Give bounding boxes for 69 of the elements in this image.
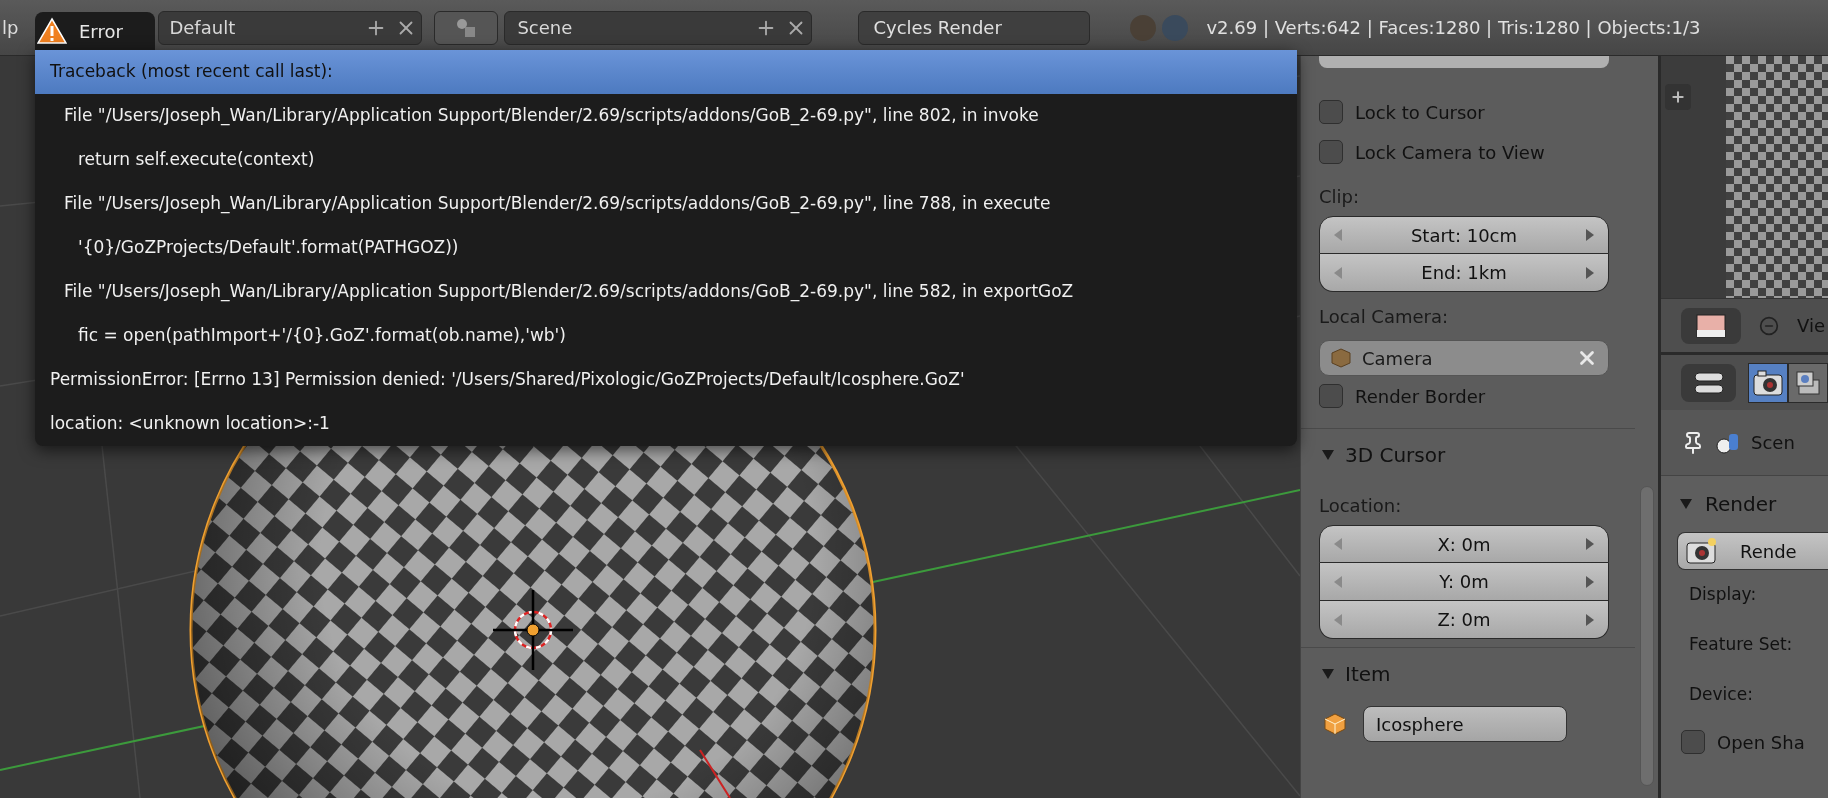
checkbox-label: Render Border xyxy=(1355,384,1486,409)
left-arrow-icon[interactable] xyxy=(1334,538,1342,550)
traceback-line[interactable]: File "/Users/Joseph_Wan/Library/Application Support/Blender/2.69/scripts/addons/GoB_2-69.py", line 788, in execute xyxy=(35,182,1297,226)
right-arrow-icon[interactable] xyxy=(1586,575,1594,588)
breadcrumb-label: Scen xyxy=(1751,431,1795,455)
editor-type-button[interactable] xyxy=(1681,363,1736,402)
field-label: Clip: xyxy=(1319,185,1360,209)
checkbox-label: Lock to Cursor xyxy=(1355,100,1485,125)
left-arrow-icon[interactable] xyxy=(1334,266,1342,279)
properties-tab[interactable] xyxy=(1748,362,1788,403)
cube-icon xyxy=(1323,712,1347,736)
field-label: Local Camera: xyxy=(1319,305,1449,329)
traceback-line[interactable]: fic = open(pathImport+'/{0}.GoZ'.format(ob.name),'wb') xyxy=(35,314,1297,358)
scrollbar[interactable] xyxy=(1639,486,1654,786)
editor-type-button[interactable] xyxy=(1681,307,1741,344)
image-icon xyxy=(1696,313,1726,338)
layers-icon xyxy=(1795,369,1821,396)
field-label: Location: xyxy=(1319,494,1402,518)
minus-icon[interactable] xyxy=(1759,315,1779,336)
traceback-line[interactable]: location: <unknown location>:-1 xyxy=(35,402,1297,446)
checkbox-label: Open Sha xyxy=(1717,730,1805,755)
popup-title: Error xyxy=(79,19,123,44)
number-field[interactable]: Start: 10cm xyxy=(1319,216,1609,254)
left-arrow-icon[interactable] xyxy=(1334,613,1342,626)
add-button[interactable] xyxy=(1665,84,1691,110)
number-field[interactable]: Y: 0m xyxy=(1319,563,1609,601)
properties-tab[interactable] xyxy=(1788,362,1828,403)
field-label: Feature Set: xyxy=(1689,633,1793,657)
left-arrow-icon[interactable] xyxy=(1334,575,1342,588)
traceback-line[interactable]: File "/Users/Joseph_Wan/Library/Application Support/Blender/2.69/scripts/addons/GoB_2-69.py", line 582, in exportGoZ xyxy=(35,270,1297,314)
scene-field[interactable]: Scene xyxy=(504,10,813,45)
field-label: Device: xyxy=(1689,683,1753,707)
number-field[interactable]: X: 0m xyxy=(1319,525,1609,563)
checkbox[interactable] xyxy=(1319,140,1343,164)
scene-type-button[interactable] xyxy=(434,10,499,45)
disclosure-triangle-icon[interactable] xyxy=(1321,448,1335,462)
disclosure-triangle-icon[interactable] xyxy=(1321,667,1335,681)
camera-icon xyxy=(1686,538,1716,564)
right-arrow-icon[interactable] xyxy=(1586,613,1594,626)
checkbox[interactable] xyxy=(1319,100,1343,124)
right-arrow-icon[interactable] xyxy=(1586,266,1594,279)
camera-field[interactable]: Camera xyxy=(1319,340,1609,376)
layout-field[interactable]: Default xyxy=(158,10,423,45)
render-engine-dropdown[interactable]: Cycles Render xyxy=(858,10,1091,45)
field-label: Display: xyxy=(1689,583,1757,607)
name-field[interactable]: Icosphere xyxy=(1363,706,1567,742)
scene-icon xyxy=(455,16,478,39)
traceback-line[interactable]: return self.execute(context) xyxy=(35,138,1297,182)
number-field[interactable]: Z: 0m xyxy=(1319,601,1609,639)
number-field[interactable]: End: 1km xyxy=(1319,254,1609,292)
plus-icon xyxy=(1670,89,1686,105)
checkbox[interactable] xyxy=(1319,384,1343,408)
warning-icon xyxy=(37,17,67,45)
checkbox[interactable] xyxy=(1681,730,1705,754)
menu-item[interactable]: lp xyxy=(2,14,19,41)
scene-statistics: v2.69 | Verts:642 | Faces:1280 | Tris:1280 | Objects:1/3 xyxy=(1206,16,1701,40)
left-arrow-icon[interactable] xyxy=(1334,229,1342,241)
toggle-icon xyxy=(1693,370,1724,395)
right-arrow-icon[interactable] xyxy=(1586,538,1594,550)
right-arrow-icon[interactable] xyxy=(1586,229,1594,241)
checkbox-label: Lock Camera to View xyxy=(1355,140,1545,165)
disclosure-triangle-icon[interactable] xyxy=(1679,497,1693,511)
camera-icon xyxy=(1753,369,1783,396)
render-button[interactable]: Rende xyxy=(1677,532,1828,570)
cube-icon xyxy=(1330,347,1352,369)
value-field[interactable] xyxy=(1319,56,1609,68)
traceback-line[interactable]: File "/Users/Joseph_Wan/Library/Application Support/Blender/2.69/scripts/addons/GoB_2-69.py", line 802, in invoke xyxy=(35,94,1297,138)
traceback-line[interactable]: PermissionError: [Errno 13] Permission denied: '/Users/Shared/Pixologic/GoZProjects/Default/Icosphere.GoZ' xyxy=(35,358,1297,402)
traceback-line[interactable]: '{0}/GoZProjects/Default'.format(PATHGOZ)) xyxy=(35,226,1297,270)
